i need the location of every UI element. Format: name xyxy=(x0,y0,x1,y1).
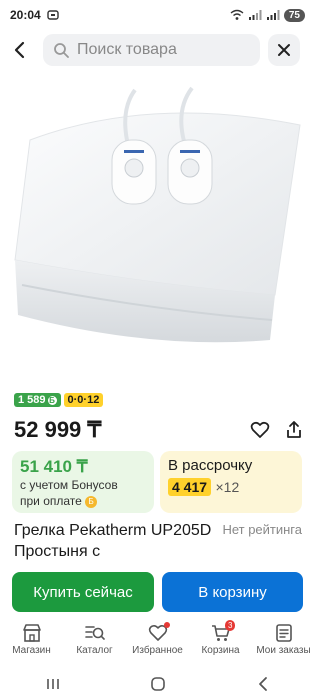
favorite-heart-icon[interactable] xyxy=(250,420,270,440)
tab-cart[interactable]: 3 Корзина xyxy=(189,620,252,664)
status-bar: 20:04 75 xyxy=(0,0,315,30)
recent-apps-icon[interactable] xyxy=(45,677,61,691)
tab-favorites-label: Избранное xyxy=(132,645,183,656)
tab-favorites[interactable]: Избранное xyxy=(126,620,189,664)
chevron-left-icon xyxy=(14,41,25,59)
signal-icon-2 xyxy=(266,10,280,20)
wifi-icon xyxy=(230,9,244,20)
add-to-cart-button[interactable]: В корзину xyxy=(162,572,303,612)
price-row: 52 999 ₸ xyxy=(14,414,304,446)
installment-card[interactable]: В рассрочку 4 417 ×12 xyxy=(160,451,302,513)
battery-indicator: 75 xyxy=(283,8,305,22)
product-title: Грелка Pekatherm UP205D Простыня с xyxy=(14,522,212,560)
bonus-note-line2: при оплате xyxy=(20,494,82,508)
catalog-search-icon xyxy=(84,626,105,640)
cart-count-badge: 3 xyxy=(225,620,236,631)
favorites-dot xyxy=(164,622,170,628)
orders-icon xyxy=(275,624,292,642)
search-icon xyxy=(54,43,69,58)
tab-catalog-label: Каталог xyxy=(76,645,113,656)
tab-orders-label: Мои заказы xyxy=(256,645,311,656)
bonus-coin-icon: Б xyxy=(85,495,98,508)
product-badges: 1 589 Б 0·0·12 xyxy=(14,393,104,407)
system-nav-bar xyxy=(0,668,315,700)
installment-monthly: 4 417 xyxy=(168,478,212,496)
tab-cart-label: Корзина xyxy=(201,645,240,656)
bonus-price: 51 410 ₸ xyxy=(20,457,88,476)
search-bar xyxy=(0,34,315,66)
tab-orders[interactable]: Мои заказы xyxy=(252,620,315,664)
bonus-price-card[interactable]: 51 410 ₸ с учетом Бонусов при оплате Б xyxy=(12,451,154,513)
back-button[interactable] xyxy=(0,34,40,66)
product-title-row: Грелка Pekatherm UP205D Простыня с Нет р… xyxy=(14,520,304,562)
back-nav-icon[interactable] xyxy=(255,676,271,692)
bonus-badge: 1 589 Б xyxy=(14,393,61,407)
shop-icon xyxy=(22,624,41,642)
signal-icon xyxy=(248,10,262,20)
close-button[interactable] xyxy=(268,34,300,66)
home-icon[interactable] xyxy=(150,676,166,692)
tab-shop[interactable]: Магазин xyxy=(0,620,63,664)
bonus-note-line1: с учетом Бонусов xyxy=(20,478,118,492)
cta-row: Купить сейчас В корзину xyxy=(12,572,303,612)
search-box[interactable] xyxy=(43,34,260,66)
tab-shop-label: Магазин xyxy=(12,645,51,656)
tab-catalog[interactable]: Каталог xyxy=(63,620,126,664)
search-input[interactable] xyxy=(77,41,237,59)
product-image[interactable] xyxy=(0,70,315,385)
buy-now-button[interactable]: Купить сейчас xyxy=(12,572,154,612)
notification-icon xyxy=(47,10,59,20)
installment-plan-badge: 0·0·12 xyxy=(63,393,104,407)
status-time: 20:04 xyxy=(10,8,41,22)
product-price: 52 999 ₸ xyxy=(14,417,102,442)
bottom-tab-bar: Магазин Каталог Избранное 3 Корзина Мои … xyxy=(0,620,315,664)
bonus-icon: Б xyxy=(47,395,57,405)
share-icon[interactable] xyxy=(284,420,304,440)
installment-label: В рассрочку xyxy=(168,457,253,474)
product-rating[interactable]: Нет рейтинга xyxy=(222,522,302,537)
close-icon xyxy=(278,44,290,56)
installment-months: ×12 xyxy=(215,479,240,495)
